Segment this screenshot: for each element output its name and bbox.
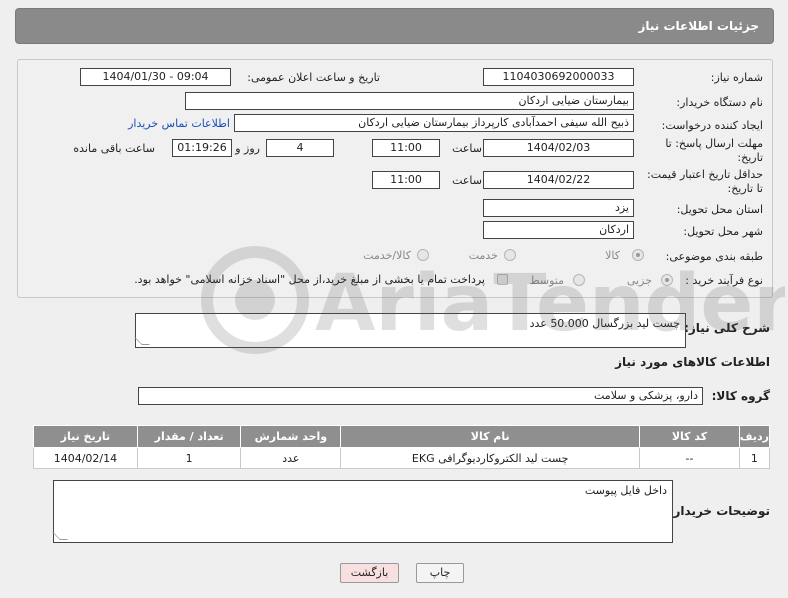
validity-time-label: ساعت bbox=[452, 174, 482, 187]
table-header-row: ردیف کد کالا نام کالا واحد شمارش تعداد /… bbox=[33, 425, 771, 448]
treasury-payment-note: پرداخت تمام یا بخشی از مبلغ خرید،از محل … bbox=[134, 273, 485, 286]
deadline-time-label: ساعت bbox=[452, 142, 482, 155]
city-field[interactable]: اردکان bbox=[483, 221, 634, 239]
process-label: نوع فرآیند خرید : bbox=[685, 274, 763, 287]
col-header-item-name: نام کالا bbox=[340, 425, 641, 448]
category-goods-label: کالا bbox=[605, 249, 620, 262]
process-medium-label: متوسط bbox=[529, 274, 564, 287]
remaining-time-field[interactable]: 01:19:26 bbox=[172, 139, 232, 157]
col-header-row-number: ردیف bbox=[738, 425, 771, 448]
process-minor-label: جزیی bbox=[626, 274, 652, 287]
buyer-org-label: نام دستگاه خریدار: bbox=[676, 96, 763, 109]
validity-label-line2: تا تاریخ: bbox=[727, 182, 763, 195]
treasury-payment-checkbox[interactable] bbox=[497, 274, 508, 285]
cell-need-date: 1404/02/14 bbox=[33, 447, 138, 469]
back-button[interactable]: بازگشت bbox=[340, 563, 399, 583]
deadline-label-line1: مهلت ارسال پاسخ: تا bbox=[665, 137, 763, 150]
cell-unit: عدد bbox=[240, 447, 342, 469]
category-service-label: خدمت bbox=[468, 249, 498, 262]
description-label: شرح کلی نیاز: bbox=[684, 321, 770, 335]
description-field[interactable]: چست لید بزرگسال 50.000 عدد bbox=[134, 313, 686, 348]
col-header-quantity: تعداد / مقدار bbox=[136, 425, 242, 448]
remaining-time-label: ساعت باقی مانده bbox=[73, 142, 155, 155]
goods-group-label: گروه کالا: bbox=[711, 389, 770, 403]
deadline-time-field[interactable]: 11:00 bbox=[372, 139, 440, 157]
process-minor-radio[interactable] bbox=[661, 274, 673, 286]
contact-info-link[interactable]: اطلاعات تماس خریدار bbox=[128, 117, 230, 130]
category-goods-service-radio[interactable] bbox=[417, 249, 429, 261]
resize-grip-icon[interactable] bbox=[134, 337, 150, 345]
category-label: طبقه بندی موضوعی: bbox=[665, 250, 763, 263]
category-goods-service-label: کالا/خدمت bbox=[363, 249, 411, 262]
cell-quantity: 1 bbox=[136, 447, 242, 469]
buyer-notes-field[interactable]: داخل فایل پیوست bbox=[52, 480, 673, 543]
print-button[interactable]: چاپ bbox=[416, 563, 464, 583]
days-remaining-field[interactable]: 4 bbox=[266, 139, 334, 157]
goods-group-field[interactable]: دارو، پزشکی و سلامت bbox=[138, 387, 703, 405]
cell-item-code: -- bbox=[639, 447, 740, 469]
province-field[interactable]: یزد bbox=[483, 199, 634, 217]
goods-section-title: اطلاعات کالاهای مورد نیاز bbox=[615, 355, 770, 369]
category-goods-radio[interactable] bbox=[632, 249, 644, 261]
resize-grip-icon[interactable] bbox=[52, 532, 68, 540]
announce-field[interactable]: 1404/01/30 - 09:04 bbox=[80, 68, 231, 86]
validity-label-line1: حداقل تاریخ اعتبار قیمت: bbox=[647, 168, 763, 181]
col-header-unit: واحد شمارش bbox=[240, 425, 342, 448]
table-row[interactable]: 1 -- چست لید الکتروکاردیوگرافی EKG عدد 1… bbox=[33, 447, 771, 469]
announce-label: تاریخ و ساعت اعلان عمومی: bbox=[247, 71, 380, 84]
province-label: استان محل تحویل: bbox=[676, 203, 763, 216]
city-label: شهر محل تحویل: bbox=[683, 225, 763, 238]
days-label: روز و bbox=[235, 142, 260, 155]
creator-label: ایجاد کننده درخواست: bbox=[661, 119, 763, 132]
deadline-date-field[interactable]: 1404/02/03 bbox=[483, 139, 634, 157]
process-medium-radio[interactable] bbox=[573, 274, 585, 286]
buyer-notes-text: داخل فایل پیوست bbox=[584, 484, 667, 497]
cell-row-number: 1 bbox=[738, 447, 771, 469]
cell-item-name: چست لید الکتروکاردیوگرافی EKG bbox=[340, 447, 641, 469]
buyer-org-field[interactable]: بیمارستان ضیایی اردکان bbox=[185, 92, 634, 110]
items-table: ردیف کد کالا نام کالا واحد شمارش تعداد /… bbox=[33, 425, 771, 469]
page-title: جزئیات اطلاعات نیاز bbox=[638, 19, 759, 33]
col-header-item-code: کد کالا bbox=[639, 425, 740, 448]
buyer-notes-label: توضیحات خریدار: bbox=[668, 504, 770, 518]
description-text: چست لید بزرگسال 50.000 عدد bbox=[529, 317, 680, 330]
creator-field[interactable]: ذبیح الله سیفی احمدآبادی کارپرداز بیمارس… bbox=[234, 114, 634, 132]
need-number-field[interactable]: 1104030692000033 bbox=[483, 68, 634, 86]
deadline-label-line2: تاریخ: bbox=[737, 151, 763, 164]
validity-date-field[interactable]: 1404/02/22 bbox=[483, 171, 634, 189]
category-service-radio[interactable] bbox=[504, 249, 516, 261]
page-header: جزئیات اطلاعات نیاز bbox=[15, 8, 774, 44]
need-number-label: شماره نیاز: bbox=[710, 71, 763, 84]
col-header-need-date: تاریخ نیاز bbox=[33, 425, 138, 448]
validity-time-field[interactable]: 11:00 bbox=[372, 171, 440, 189]
